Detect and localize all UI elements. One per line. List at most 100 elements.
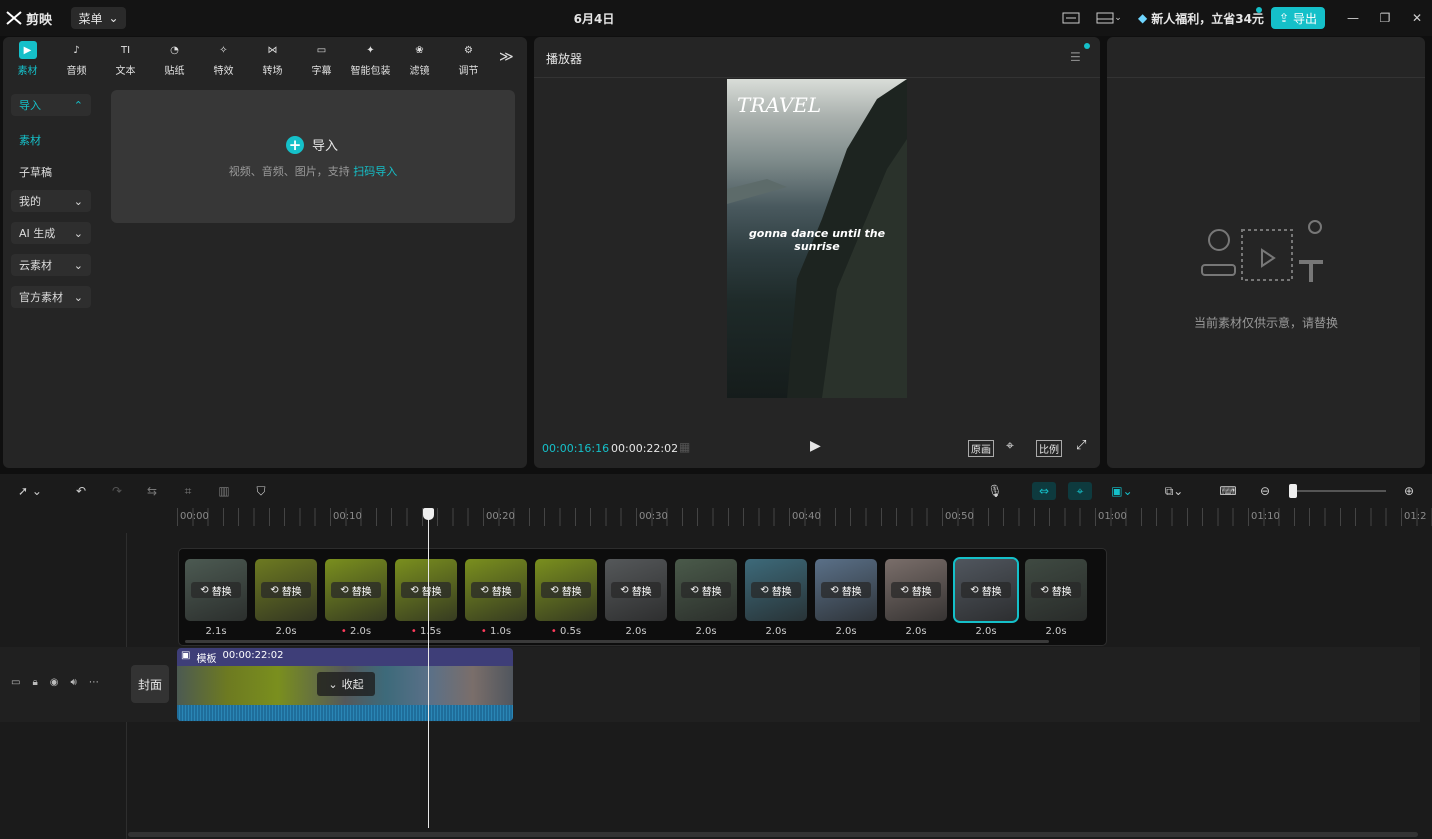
sidebar-label: 我的 [19, 195, 41, 208]
replace-button[interactable]: ⟲ 替换 [961, 582, 1011, 598]
clip-thumbnail[interactable]: ⟲ 替换 [815, 559, 877, 621]
tab-audio[interactable]: ♪ 音频 [52, 37, 101, 79]
player-dot [1084, 43, 1090, 49]
clip-thumbnail[interactable]: ⟲ 替换 [185, 559, 247, 621]
redo-icon[interactable]: ↷ [108, 482, 126, 500]
promo-badge[interactable]: ◆ 新人福利，立省34元 [1132, 8, 1270, 28]
speaker-icon[interactable]: 🔊︎ [71, 677, 77, 688]
sidebar-item-import[interactable]: 导入 ⌃ [11, 94, 91, 116]
zoom-in-icon[interactable]: ⊕ [1400, 482, 1418, 500]
original-button[interactable]: 原画 [968, 440, 994, 457]
zoom-out-icon[interactable]: ⊖ [1256, 482, 1274, 500]
shortcut-icon[interactable] [1061, 9, 1081, 27]
layout-icon[interactable]: ⌄ [1093, 9, 1125, 27]
app-logo: 剪映 [6, 8, 52, 28]
clip-thumbnail[interactable]: ⟲ 替换 [465, 559, 527, 621]
sidebar-item-mine[interactable]: 我的 ⌄ [11, 190, 91, 212]
sidebar-item-subdraft[interactable]: 子草稿 [19, 164, 52, 180]
replace-button[interactable]: ⟲ 替换 [471, 582, 521, 598]
sidebar-item-material[interactable]: 素材 [19, 132, 41, 148]
split-icon[interactable]: ⇆ [143, 482, 161, 500]
ratio-button[interactable]: 比例 [1036, 440, 1062, 457]
replace-button[interactable]: ⟲ 替换 [191, 582, 241, 598]
grid-icon[interactable]: ▦ [679, 440, 690, 454]
replace-button[interactable]: ⟲ 替换 [751, 582, 801, 598]
replace-button[interactable]: ⟲ 替换 [401, 582, 451, 598]
tab-filter[interactable]: ❀ 滤镜 [395, 37, 444, 79]
ruler-label: 00:10 [333, 511, 362, 522]
more-icon[interactable]: ⋯ [89, 677, 99, 688]
replace-label: 替换 [771, 586, 792, 598]
tab-adjust[interactable]: ⚙ 调节 [444, 37, 493, 79]
undo-icon[interactable]: ↶ [72, 482, 90, 500]
focus-icon[interactable]: ⌖ [1006, 438, 1014, 454]
clip-thumbnail[interactable]: ⟲ 替换 [255, 559, 317, 621]
import-card[interactable]: + 导入 视频、音频、图片，支持 扫码导入 [111, 90, 515, 223]
lock-icon[interactable]: 🔒︎ [32, 677, 37, 688]
clip-thumbnail[interactable]: ⟲ 替换 [953, 557, 1019, 623]
magnet-icon[interactable]: ⌖ [1068, 482, 1092, 500]
player-menu-icon[interactable]: ☰ [1070, 50, 1081, 64]
replace-icon: ⟲ [340, 584, 349, 596]
link-icon[interactable]: ⇔ [1032, 482, 1056, 500]
preview-axis-icon[interactable]: ⧉⌄ [1156, 482, 1192, 500]
replace-button[interactable]: ⟲ 替换 [681, 582, 731, 598]
timeline-scrollbar[interactable] [128, 832, 1418, 837]
tab-smart-pack[interactable]: ✦ 智能包装 [346, 37, 395, 79]
video-preview[interactable]: TRAVEL gonna dance until the sunrise [727, 79, 907, 398]
frame-icon[interactable]: ▥ [215, 482, 233, 500]
snap-icon[interactable]: ▣⌄ [1104, 482, 1140, 500]
clip-thumbnail[interactable]: ⟲ 替换 [1025, 559, 1087, 621]
import-button[interactable]: + 导入 [286, 135, 338, 154]
eye-icon[interactable]: ◉ [50, 677, 59, 688]
cover-button[interactable]: 封面 [131, 665, 169, 703]
caption-icon[interactable]: ⌨ [1219, 482, 1237, 500]
scan-import-link[interactable]: 扫码导入 [353, 165, 397, 178]
shield-icon[interactable]: ⛉ [252, 482, 270, 500]
crop-icon[interactable]: ⌗ [179, 482, 197, 500]
play-icon[interactable]: ▶ [810, 438, 821, 454]
tab-transition[interactable]: ⋈ 转场 [248, 37, 297, 79]
playhead-handle[interactable] [423, 508, 434, 520]
minimize-icon[interactable]: — [1343, 9, 1363, 27]
menu-button[interactable]: 菜单 ⌄ [71, 7, 126, 29]
replace-button[interactable]: ⟲ 替换 [541, 582, 591, 598]
tab-sticker[interactable]: ◔ 贴纸 [150, 37, 199, 79]
close-icon[interactable]: ✕ [1407, 9, 1427, 27]
clip-thumbnail[interactable]: ⟲ 替换 [745, 559, 807, 621]
sidebar-item-cloud[interactable]: 云素材 ⌄ [11, 254, 91, 276]
strip-scrollbar[interactable] [185, 640, 1049, 643]
zoom-slider-track[interactable] [1292, 490, 1386, 492]
clip-duration: • 1.0s [465, 626, 527, 637]
sidebar-item-official[interactable]: 官方素材 ⌄ [11, 286, 91, 308]
restore-icon[interactable]: ❐ [1375, 9, 1395, 27]
tab-effects[interactable]: ✧ 特效 [199, 37, 248, 79]
replace-button[interactable]: ⟲ 替换 [331, 582, 381, 598]
fullscreen-icon[interactable]: ⤢ [1076, 438, 1086, 453]
more-tabs-icon[interactable]: ≫ [499, 49, 514, 65]
collapse-label: 收起 [341, 678, 364, 691]
clip-thumbnail[interactable]: ⟲ 替换 [325, 559, 387, 621]
microphone-icon[interactable]: 🎙 [986, 482, 1004, 500]
clip-thumbnail[interactable]: ⟲ 替换 [885, 559, 947, 621]
replace-button[interactable]: ⟲ 替换 [261, 582, 311, 598]
clip-thumbnail[interactable]: ⟲ 替换 [675, 559, 737, 621]
clip-thumbnail[interactable]: ⟲ 替换 [605, 559, 667, 621]
export-button[interactable]: ⇪ 导出 [1271, 7, 1325, 29]
playhead[interactable] [428, 508, 429, 828]
zoom-slider-handle[interactable] [1289, 484, 1297, 498]
tab-media[interactable]: ▶ 素材 [3, 37, 52, 79]
replace-button[interactable]: ⟲ 替换 [1031, 582, 1081, 598]
sidebar-item-ai[interactable]: AI 生成 ⌄ [11, 222, 91, 244]
replace-button[interactable]: ⟲ 替换 [821, 582, 871, 598]
clip-thumbnail[interactable]: ⟲ 替换 [395, 559, 457, 621]
replace-button[interactable]: ⟲ 替换 [611, 582, 661, 598]
clip-thumbnail[interactable]: ⟲ 替换 [535, 559, 597, 621]
collapse-button[interactable]: ⌄ 收起 [317, 672, 375, 696]
tab-subtitle[interactable]: ▭ 字幕 [297, 37, 346, 79]
select-tool-icon[interactable]: ➚ ⌄ [12, 482, 48, 500]
template-clip[interactable]: ▣ 模板 00:00:22:02 ⌄ 收起 [177, 648, 513, 721]
tab-label: 文本 [115, 66, 136, 77]
tab-text[interactable]: TI 文本 [101, 37, 150, 79]
replace-button[interactable]: ⟲ 替换 [891, 582, 941, 598]
